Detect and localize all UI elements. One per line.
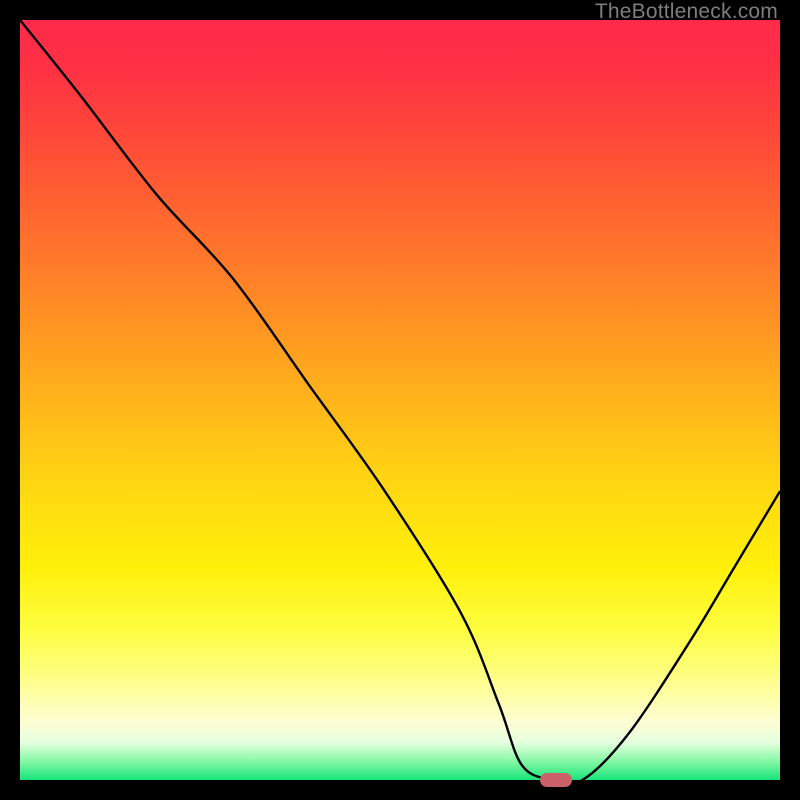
plot-area [20,20,780,780]
bottleneck-curve [20,20,780,780]
optimal-marker [540,773,572,787]
chart-frame: TheBottleneck.com [0,0,800,800]
watermark-text: TheBottleneck.com [595,0,778,24]
